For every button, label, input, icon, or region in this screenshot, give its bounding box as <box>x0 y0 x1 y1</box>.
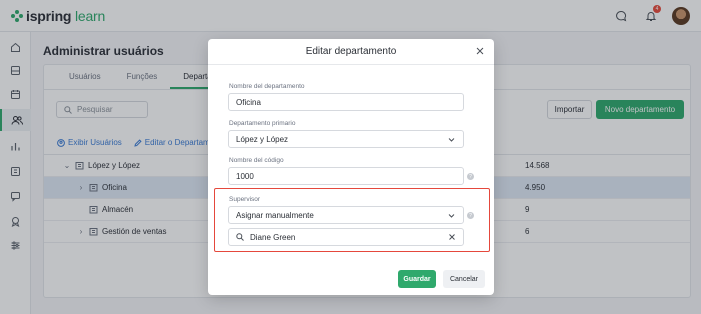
supervisor-label: Supervisor <box>229 196 261 203</box>
save-button[interactable]: Guardar <box>398 270 436 288</box>
supervisor-mode-select[interactable]: Asignar manualmente <box>228 206 464 224</box>
cancel-button[interactable]: Cancelar <box>443 270 485 288</box>
dialog-title: Editar departamento <box>305 46 397 57</box>
chevron-down-icon <box>448 138 455 142</box>
search-icon <box>236 233 244 241</box>
dialog-header: Editar departamento <box>208 39 494 65</box>
department-name-input[interactable]: Oficina <box>228 93 464 111</box>
supervisor-value: Diane Green <box>250 232 296 242</box>
help-icon[interactable]: ? <box>467 173 474 180</box>
help-icon[interactable]: ? <box>467 212 474 219</box>
parent-department-label: Departamento primario <box>229 120 296 127</box>
clear-icon[interactable] <box>448 233 456 241</box>
chevron-down-icon <box>448 214 455 218</box>
code-value: 1000 <box>236 171 254 181</box>
code-input[interactable]: 1000 <box>228 167 464 185</box>
close-icon[interactable] <box>475 46 485 56</box>
department-name-label: Nombre del departamento <box>229 83 305 90</box>
parent-department-select[interactable]: López y López <box>228 130 464 148</box>
supervisor-search-input[interactable]: Diane Green <box>228 228 464 246</box>
parent-department-value: López y López <box>236 134 289 144</box>
supervisor-mode-value: Asignar manualmente <box>236 210 314 220</box>
code-label: Nombre del código <box>229 157 284 164</box>
department-name-value: Oficina <box>236 97 261 107</box>
edit-department-dialog: Editar departamento Nombre del departame… <box>208 39 494 295</box>
